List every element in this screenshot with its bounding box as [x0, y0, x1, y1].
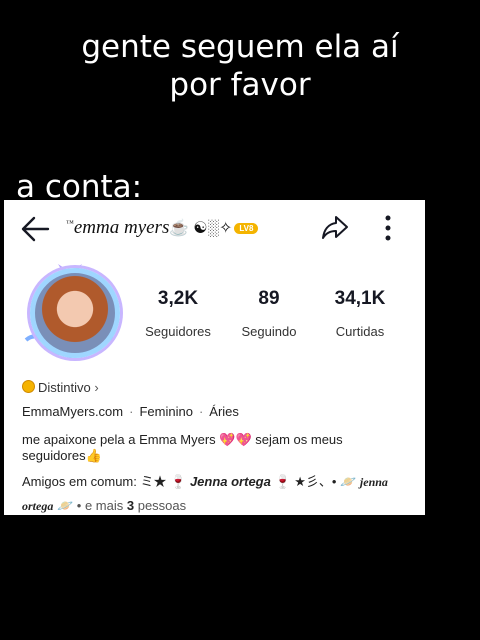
zodiac-label: Áries: [209, 404, 239, 419]
badge-label: Distintivo: [38, 380, 91, 395]
followers-label: Seguidores: [145, 324, 211, 339]
mutual-friends[interactable]: Amigos em comum: ミ★ 🍷 Jenna ortega 🍷 ★彡、…: [22, 470, 417, 518]
mutual-friends-prefix: Amigos em comum:: [22, 474, 137, 489]
profile-screenshot: ™emma myers☕ ☯░✧ LV8 3,2K Seguidores 89 …: [4, 200, 425, 515]
more-people-count: 3: [126, 498, 135, 513]
caption-line-2: por favor: [169, 67, 311, 103]
friend-1-name: Jenna ortega: [189, 474, 271, 489]
gender-label: Feminino: [139, 404, 193, 419]
avatar: [30, 268, 120, 358]
profile-info-row: EmmaMyers.com · Feminino · Áries: [22, 404, 239, 419]
bio-line-2: seguidores👍: [22, 448, 102, 463]
profile-bio: me apaixone pela a Emma Myers 💖💖 sejam o…: [22, 432, 417, 464]
followers-count: 3,2K: [157, 288, 199, 309]
share-arrow-icon: [322, 216, 348, 239]
stat-followers[interactable]: 3,2K Seguidores: [128, 288, 228, 339]
likes-label: Curtidas: [335, 324, 385, 339]
caption-top: gente seguem ela aí por favor: [0, 28, 480, 104]
level-badge: LV8: [234, 223, 259, 235]
friend-1-deco-left: ミ★ 🍷: [140, 474, 187, 489]
more-people-suffix: pessoas: [137, 498, 187, 513]
profile-username: ™emma myers☕ ☯░✧ LV8: [66, 217, 259, 239]
more-options-button[interactable]: [382, 212, 394, 249]
badge-link[interactable]: Distintivo ›: [22, 380, 99, 395]
username-text: emma myers: [73, 217, 170, 238]
back-button[interactable]: [20, 216, 50, 247]
stat-likes: 34,1K Curtidas: [310, 288, 410, 339]
bio-line-1: me apaixone pela a Emma Myers 💖💖 sejam o…: [22, 432, 343, 447]
following-label: Seguindo: [241, 324, 297, 339]
coin-icon: [22, 380, 35, 393]
more-people-prefix: • e mais: [76, 498, 124, 513]
stat-following[interactable]: 89 Seguindo: [219, 288, 319, 339]
likes-count: 34,1K: [334, 288, 386, 309]
caption-line-1: gente seguem ela aí: [81, 29, 399, 65]
website-link[interactable]: EmmaMyers.com: [22, 404, 123, 419]
avatar-frame[interactable]: [18, 260, 122, 364]
profile-topbar: ™emma myers☕ ☯░✧ LV8: [4, 212, 425, 248]
username-decoration: ☕ ☯░✧: [169, 220, 233, 237]
share-button[interactable]: [320, 214, 350, 247]
chevron-right-icon: ›: [94, 380, 99, 395]
friend-2-deco: 🪐: [56, 498, 74, 513]
arrow-left-icon: [21, 216, 50, 242]
username-prefix: ™: [66, 218, 74, 228]
vertical-dots-icon: [385, 215, 391, 241]
friend-1-deco-right: 🍷 ★彡、• 🪐: [274, 474, 357, 489]
following-count: 89: [258, 288, 280, 309]
